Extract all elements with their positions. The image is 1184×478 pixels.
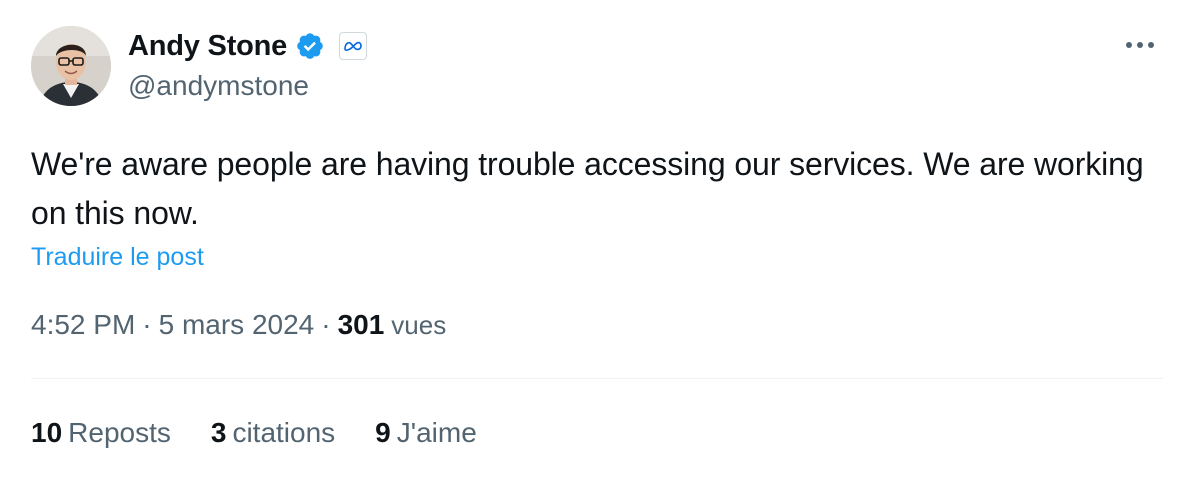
more-icon	[1126, 42, 1154, 48]
divider	[31, 378, 1163, 379]
quotes-stat[interactable]: 3 citations	[211, 417, 335, 449]
author-name-row: Andy Stone	[128, 28, 368, 64]
reposts-stat[interactable]: 10 Reposts	[31, 417, 171, 449]
verified-badge-icon[interactable]	[295, 31, 325, 61]
meta-separator: ·	[321, 309, 331, 340]
likes-stat[interactable]: 9 J'aime	[375, 417, 477, 449]
translate-post-link[interactable]: Traduire le post	[31, 243, 204, 272]
reposts-count: 10	[31, 417, 63, 448]
tweet-text: We're aware people are having trouble ac…	[31, 146, 1144, 231]
engagement-stats: 10 Reposts 3 citations 9 J'aime	[31, 417, 477, 449]
tweet-time[interactable]: 4:52 PM	[31, 309, 135, 341]
views-label: vues	[391, 310, 447, 340]
likes-label: J'aime	[396, 417, 477, 448]
tweet-date[interactable]: 5 mars 2024	[159, 309, 315, 341]
views-count: 301	[337, 309, 385, 340]
more-options-button[interactable]	[1122, 30, 1158, 60]
author-handle[interactable]: @andymstone	[128, 70, 309, 102]
reposts-label: Reposts	[68, 417, 171, 448]
meta-logo-icon[interactable]	[339, 32, 368, 60]
tweet-card: Andy Stone @andymstone We're aware peopl…	[0, 0, 1184, 478]
quotes-label: citations	[232, 417, 336, 448]
avatar[interactable]	[31, 26, 111, 106]
quotes-count: 3	[210, 417, 227, 448]
author-display-name[interactable]: Andy Stone	[128, 30, 287, 63]
meta-separator: ·	[142, 309, 152, 340]
likes-count: 9	[375, 417, 391, 448]
tweet-meta: 4:52 PM · 5 mars 2024 · 301 vues	[31, 309, 446, 341]
